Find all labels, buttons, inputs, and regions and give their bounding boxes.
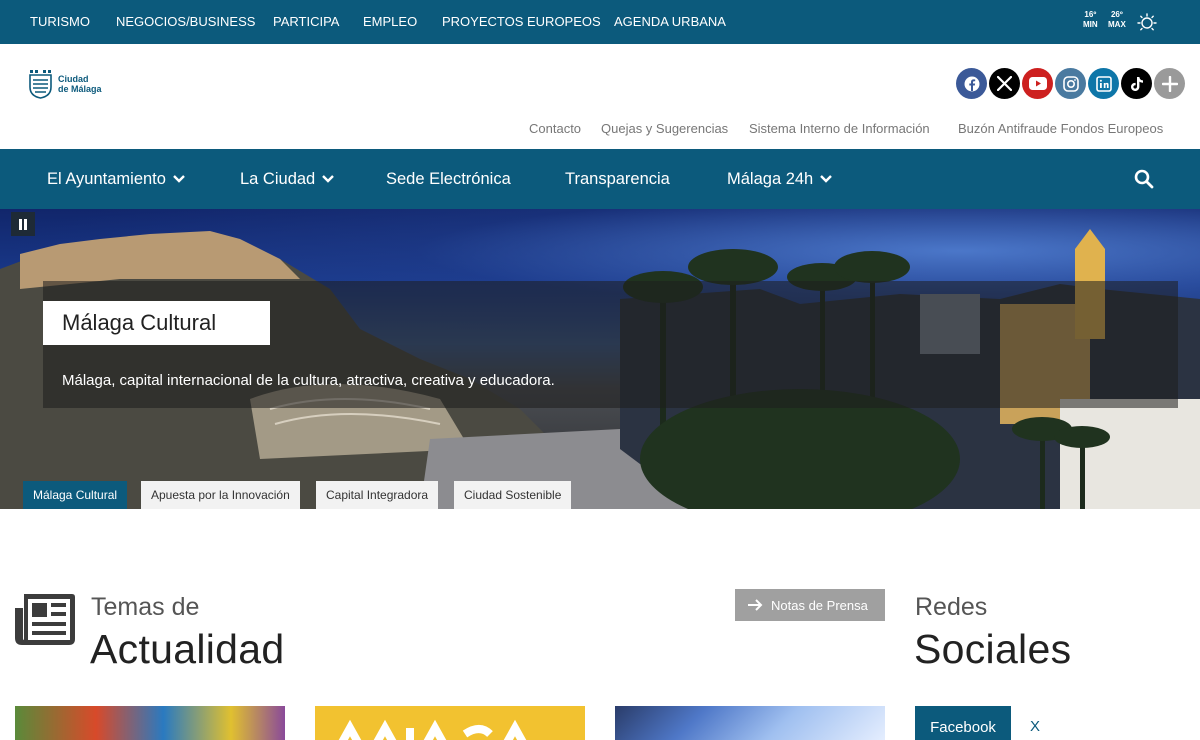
- plus-icon[interactable]: [1154, 68, 1185, 99]
- topbar-link-proyectos-europeos[interactable]: PROYECTOS EUROPEOS: [442, 14, 601, 30]
- topbar-link-participa[interactable]: PARTICIPA: [273, 14, 339, 30]
- weather-min-label: MIN: [1083, 20, 1098, 29]
- social-heading-main: Sociales: [914, 626, 1072, 672]
- header-link-sistema-interno[interactable]: Sistema Interno de Información: [749, 121, 930, 136]
- slide-tab-ciudad-sostenible[interactable]: Ciudad Sostenible: [454, 481, 572, 509]
- nav-item-la-ciudad[interactable]: La Ciudad: [240, 169, 335, 189]
- weather-max-label: MAX: [1108, 20, 1126, 29]
- slide-tab-innovacion[interactable]: Apuesta por la Innovación: [141, 481, 300, 509]
- chevron-down-icon: [173, 175, 185, 183]
- social-tab-x[interactable]: X: [1030, 718, 1040, 735]
- tiktok-icon[interactable]: [1121, 68, 1152, 99]
- weather-max: 26º MAX: [1108, 10, 1126, 30]
- logo-text: Ciudad de Málaga: [58, 74, 102, 94]
- topbar-link-agenda-urbana[interactable]: AGENDA URBANA: [614, 14, 726, 30]
- nav-item-malaga-24h[interactable]: Málaga 24h: [727, 169, 833, 189]
- nav-item-transparencia[interactable]: Transparencia: [565, 169, 670, 189]
- arrow-right-icon: [748, 599, 763, 611]
- chevron-down-icon: [820, 175, 833, 183]
- pause-icon: [19, 218, 27, 230]
- facebook-icon[interactable]: [956, 68, 987, 99]
- top-utility-bar: TURISMO NEGOCIOS/BUSINESS PARTICIPA EMPL…: [0, 0, 1200, 44]
- search-icon[interactable]: [1133, 168, 1155, 190]
- nav-item-sede-electronica[interactable]: Sede Electrónica: [386, 169, 511, 189]
- social-tab-facebook[interactable]: Facebook: [915, 706, 1011, 740]
- press-releases-label: Notas de Prensa: [771, 597, 868, 613]
- header-link-contacto[interactable]: Contacto: [529, 121, 581, 136]
- newspaper-icon: [15, 594, 75, 645]
- news-thumbnail-1[interactable]: [15, 706, 285, 740]
- nav-item-label: La Ciudad: [240, 170, 316, 188]
- city-shield-icon: [29, 70, 52, 99]
- press-releases-button[interactable]: Notas de Prensa: [735, 589, 885, 621]
- social-heading-pre: Redes: [915, 593, 988, 621]
- hero-title: Málaga Cultural: [43, 301, 270, 345]
- nav-item-label: Transparencia: [565, 170, 670, 188]
- news-heading-main: Actualidad: [90, 626, 285, 672]
- logo-line-2: de Málaga: [58, 84, 102, 94]
- youtube-icon[interactable]: [1022, 68, 1053, 99]
- pause-button[interactable]: [11, 212, 35, 236]
- header-link-quejas[interactable]: Quejas y Sugerencias: [601, 121, 728, 136]
- nav-item-ayuntamiento[interactable]: El Ayuntamiento: [47, 169, 186, 189]
- news-thumbnail-3[interactable]: [615, 706, 885, 740]
- x-icon[interactable]: [989, 68, 1020, 99]
- logo-line-1: Ciudad: [58, 74, 89, 84]
- nav-item-label: El Ayuntamiento: [47, 170, 166, 188]
- city-logo[interactable]: Ciudad de Málaga: [29, 69, 102, 99]
- slide-tab-malaga-cultural[interactable]: Málaga Cultural: [23, 481, 128, 509]
- chevron-down-icon: [322, 175, 335, 183]
- topbar-link-empleo[interactable]: EMPLEO: [363, 14, 417, 30]
- weather-min-value: 16º: [1084, 10, 1097, 19]
- instagram-icon[interactable]: [1055, 68, 1086, 99]
- nav-item-label: Sede Electrónica: [386, 170, 511, 188]
- topbar-link-turismo[interactable]: TURISMO: [30, 14, 90, 30]
- topbar-link-negocios[interactable]: NEGOCIOS/BUSINESS: [116, 14, 255, 30]
- linkedin-icon[interactable]: [1088, 68, 1119, 99]
- news-thumbnail-2[interactable]: [315, 706, 585, 740]
- nav-item-label: Málaga 24h: [727, 170, 814, 188]
- slide-tab-capital-integradora[interactable]: Capital Integradora: [316, 481, 439, 509]
- weather-min: 16º MIN: [1083, 10, 1098, 30]
- news-heading-pre: Temas de: [91, 593, 200, 621]
- header-link-buzon-antifraude[interactable]: Buzón Antifraude Fondos Europeos: [958, 121, 1163, 136]
- hero-slider: Málaga Cultural Málaga, capital internac…: [0, 209, 1200, 509]
- main-navigation: El Ayuntamiento La Ciudad Sede Electróni…: [0, 149, 1200, 209]
- weather-max-value: 26º: [1110, 10, 1123, 19]
- sun-icon: [1137, 13, 1157, 31]
- hero-description: Málaga, capital internacional de la cult…: [62, 372, 555, 389]
